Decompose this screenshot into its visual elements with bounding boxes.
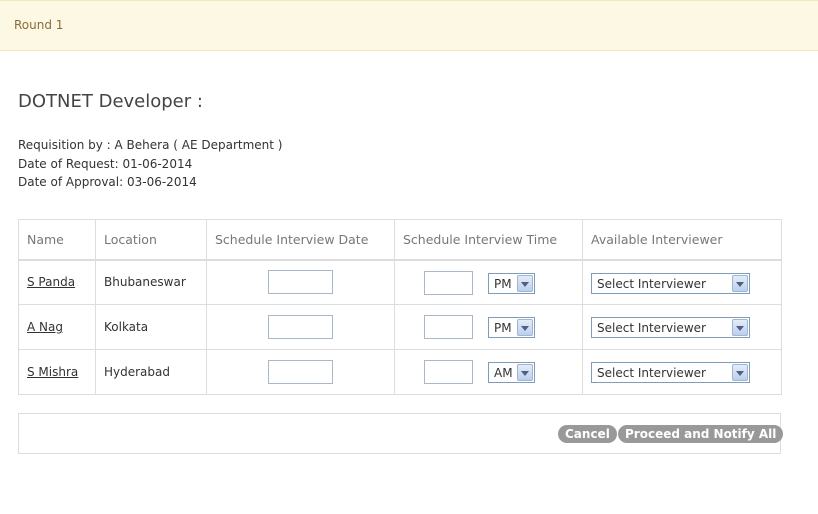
- ampm-select-value: PM: [494, 321, 512, 335]
- proceed-and-notify-button[interactable]: Proceed and Notify All: [618, 425, 784, 443]
- interview-date-input[interactable]: [268, 315, 333, 339]
- interview-time-input[interactable]: [424, 270, 473, 295]
- table-row: S Panda Bhubaneswar PM Select Interviewe…: [18, 259, 782, 305]
- header-name: Name: [18, 219, 96, 261]
- candidate-name-link[interactable]: S Panda: [27, 275, 75, 289]
- cell-interviewer: Select Interviewer: [582, 304, 782, 350]
- cell-date: [206, 349, 395, 395]
- ampm-select-value: PM: [494, 276, 512, 291]
- action-bar: Cancel Proceed and Notify All: [18, 413, 784, 454]
- round-title: Round 1: [14, 18, 64, 32]
- cell-name: A Nag: [18, 304, 96, 350]
- cell-time: PM: [394, 304, 583, 350]
- round-header: Round 1: [0, 0, 818, 51]
- ampm-select-value: AM: [494, 366, 513, 380]
- cell-interviewer: Select Interviewer: [582, 259, 782, 305]
- date-of-approval: Date of Approval: 03-06-2014: [18, 175, 197, 189]
- chevron-down-icon: [517, 319, 533, 336]
- requisition-details: Requisition by : A Behera ( AE Departmen…: [18, 136, 282, 192]
- interview-time-input[interactable]: [424, 360, 473, 384]
- cancel-button[interactable]: Cancel: [558, 425, 617, 443]
- ampm-select[interactable]: PM: [488, 317, 535, 338]
- interviewer-select-value: Select Interviewer: [597, 276, 706, 291]
- table-header-row: Name Location Schedule Interview Date Sc…: [18, 219, 782, 261]
- chevron-down-icon: [517, 364, 533, 381]
- table-row: S Mishra Hyderabad AM Select Interviewer: [18, 349, 782, 395]
- chevron-down-icon: [732, 364, 748, 381]
- header-location: Location: [95, 219, 207, 261]
- interview-date-input[interactable]: [268, 360, 333, 384]
- candidate-name-link[interactable]: A Nag: [27, 320, 63, 334]
- cell-time: PM: [394, 259, 583, 305]
- cell-interviewer: Select Interviewer: [582, 349, 782, 395]
- interviewer-select[interactable]: Select Interviewer: [591, 272, 750, 294]
- interviewer-select[interactable]: Select Interviewer: [591, 317, 750, 338]
- cell-name: S Mishra: [18, 349, 96, 395]
- interview-date-input[interactable]: [268, 270, 333, 295]
- cell-location: Hyderabad: [95, 349, 207, 395]
- requisition-by: Requisition by : A Behera ( AE Departmen…: [18, 138, 283, 152]
- cell-name: S Panda: [18, 259, 96, 305]
- chevron-down-icon: [732, 319, 748, 336]
- page-title: DOTNET Developer :: [18, 91, 203, 112]
- interviewer-select[interactable]: Select Interviewer: [591, 362, 750, 383]
- candidates-table: Name Location Schedule Interview Date Sc…: [18, 219, 782, 395]
- cell-location: Kolkata: [95, 304, 207, 350]
- cell-date: [206, 259, 395, 305]
- candidate-name-link[interactable]: S Mishra: [27, 365, 78, 379]
- chevron-down-icon: [732, 274, 748, 292]
- interviewer-select-value: Select Interviewer: [597, 366, 706, 380]
- cell-date: [206, 304, 395, 350]
- chevron-down-icon: [517, 274, 533, 292]
- interviewer-select-value: Select Interviewer: [597, 321, 706, 335]
- header-schedule-time: Schedule Interview Time: [394, 219, 583, 261]
- table-row: A Nag Kolkata PM Select Interviewer: [18, 304, 782, 350]
- ampm-select[interactable]: AM: [488, 362, 535, 383]
- header-schedule-date: Schedule Interview Date: [206, 219, 395, 261]
- date-of-request: Date of Request: 01-06-2014: [18, 156, 193, 171]
- ampm-select[interactable]: PM: [488, 272, 535, 294]
- interview-time-input[interactable]: [424, 315, 473, 339]
- header-available-interviewer: Available Interviewer: [582, 219, 782, 261]
- cell-location: Bhubaneswar: [95, 259, 207, 305]
- cell-time: AM: [394, 349, 583, 395]
